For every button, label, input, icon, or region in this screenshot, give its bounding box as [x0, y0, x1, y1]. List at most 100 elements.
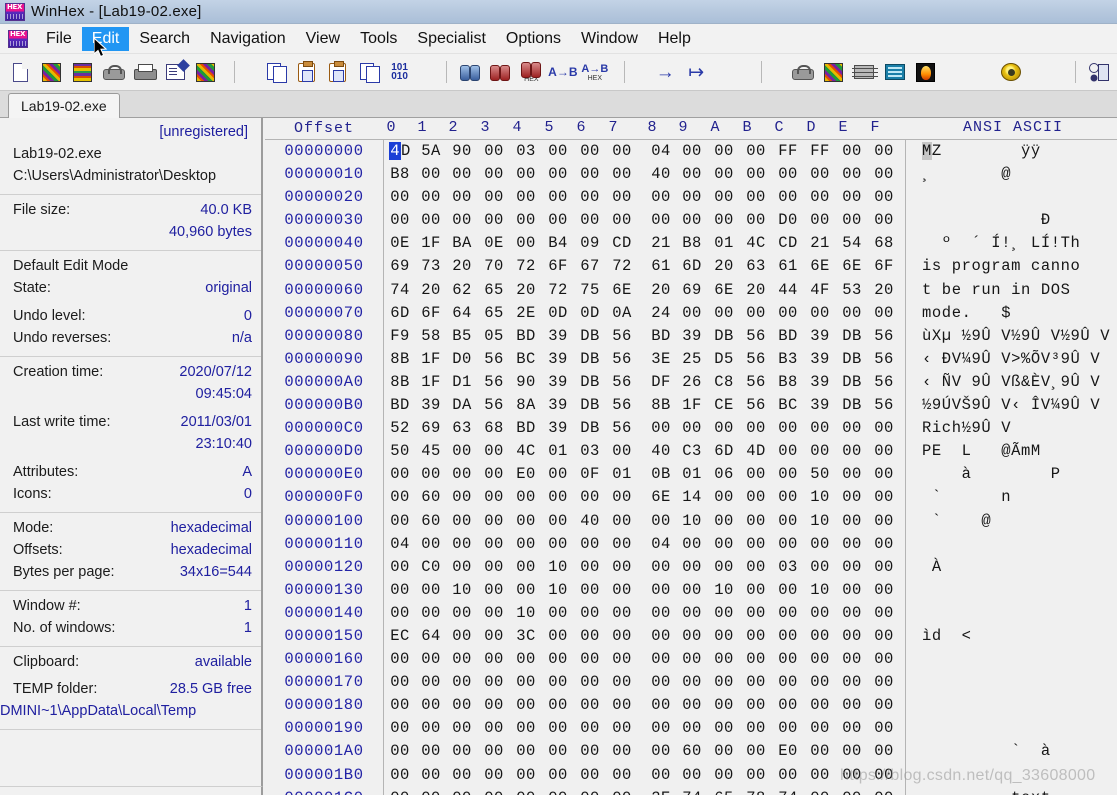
hex-byte[interactable]: 8A: [511, 394, 541, 417]
hex-byte[interactable]: 56: [869, 371, 899, 394]
menu-item-help[interactable]: Help: [648, 27, 701, 51]
hex-byte[interactable]: 00: [543, 740, 573, 763]
row-ascii[interactable]: [913, 579, 1117, 602]
hex-byte[interactable]: 00: [447, 740, 477, 763]
hex-byte[interactable]: BC: [773, 394, 803, 417]
hex-byte[interactable]: 00: [511, 209, 541, 232]
row-ascii[interactable]: ‹ ÑV 9Û Vß&ÈV¸9Û V: [913, 371, 1117, 394]
hex-byte[interactable]: 25: [677, 348, 707, 371]
row-ascii[interactable]: À: [913, 556, 1117, 579]
hex-byte[interactable]: 0A: [607, 302, 637, 325]
hex-byte[interactable]: 8B: [385, 371, 415, 394]
hex-byte[interactable]: 00: [543, 694, 573, 717]
hex-byte[interactable]: 04: [646, 140, 676, 163]
row-ascii[interactable]: ìd <: [913, 625, 1117, 648]
hex-byte[interactable]: 00: [416, 671, 446, 694]
hex-byte[interactable]: 00: [416, 717, 446, 740]
hex-byte[interactable]: 58: [416, 325, 446, 348]
hex-byte[interactable]: 00: [773, 440, 803, 463]
calculator-icon[interactable]: [882, 59, 907, 85]
hex-byte[interactable]: 00: [837, 694, 867, 717]
hex-byte[interactable]: 00: [805, 186, 835, 209]
converter-icon[interactable]: [913, 59, 938, 85]
hex-byte[interactable]: 00: [677, 186, 707, 209]
row-ascii[interactable]: Ð: [913, 209, 1117, 232]
hex-byte[interactable]: 00: [511, 510, 541, 533]
hex-row[interactable]: 000001A0 00 00 00 00 00 00 00 00 00 60 00 00 E0 00 00 00…: [265, 740, 1117, 763]
hex-row[interactable]: 00000100 00 60 00 00 00 00 40 00 00 10 00 00 00 10 00 00…: [265, 510, 1117, 533]
hex-byte[interactable]: 00: [511, 579, 541, 602]
hex-byte[interactable]: 00: [837, 510, 867, 533]
hex-byte[interactable]: 2E: [646, 787, 676, 795]
hex-byte[interactable]: 00: [741, 625, 771, 648]
hex-byte[interactable]: CD: [607, 232, 637, 255]
hex-byte[interactable]: 00: [709, 694, 739, 717]
hex-byte[interactable]: 40: [646, 440, 676, 463]
hex-byte[interactable]: 00: [741, 764, 771, 787]
hex-byte[interactable]: 0E: [479, 232, 509, 255]
hex-byte[interactable]: D0: [773, 209, 803, 232]
hex-byte[interactable]: 00: [575, 717, 605, 740]
hex-byte[interactable]: 00: [385, 510, 415, 533]
hex-byte[interactable]: 00: [416, 602, 446, 625]
hex-byte[interactable]: 00: [869, 417, 899, 440]
hex-byte[interactable]: C8: [709, 371, 739, 394]
hex-byte[interactable]: B8: [385, 163, 415, 186]
hex-byte[interactable]: 39: [805, 371, 835, 394]
hex-byte[interactable]: 10: [805, 579, 835, 602]
hex-byte[interactable]: DB: [837, 348, 867, 371]
hex-byte[interactable]: F9: [385, 325, 415, 348]
hex-byte[interactable]: 6E: [837, 255, 867, 278]
hex-byte[interactable]: 00: [511, 556, 541, 579]
hex-byte[interactable]: 00: [646, 602, 676, 625]
hex-byte[interactable]: 6D: [677, 255, 707, 278]
hex-byte[interactable]: 01: [677, 463, 707, 486]
hex-byte[interactable]: 00: [511, 163, 541, 186]
hex-byte[interactable]: 00: [741, 417, 771, 440]
hex-byte[interactable]: 09: [575, 232, 605, 255]
hex-byte[interactable]: 00: [447, 648, 477, 671]
hex-byte[interactable]: 00: [837, 602, 867, 625]
hex-byte[interactable]: FF: [773, 140, 803, 163]
hex-byte[interactable]: 3C: [511, 625, 541, 648]
hex-byte[interactable]: 56: [479, 371, 509, 394]
hex-row[interactable]: 000000B0 BD 39 DA 56 8A 39 DB 56 8B 1F CE 56 BC 39 DB 56…: [265, 394, 1117, 417]
hex-byte[interactable]: 39: [543, 348, 573, 371]
hex-byte[interactable]: 00: [646, 510, 676, 533]
hex-byte[interactable]: 00: [805, 417, 835, 440]
hex-byte[interactable]: 00: [805, 671, 835, 694]
hex-byte[interactable]: 00: [447, 694, 477, 717]
hex-byte[interactable]: 00: [479, 764, 509, 787]
hex-byte[interactable]: 00: [416, 579, 446, 602]
hex-byte[interactable]: 00: [773, 186, 803, 209]
hex-byte[interactable]: 00: [543, 209, 573, 232]
hex-byte[interactable]: 00: [416, 787, 446, 795]
hex-byte[interactable]: 00: [709, 764, 739, 787]
hex-byte[interactable]: 00: [773, 579, 803, 602]
goto-offset-icon[interactable]: →: [653, 59, 678, 85]
row-ascii[interactable]: ‹ ÐV¼9Û V>%ÕV³9Û V: [913, 348, 1117, 371]
hex-byte[interactable]: 00: [741, 579, 771, 602]
hex-byte[interactable]: 00: [773, 417, 803, 440]
hex-byte[interactable]: 00: [607, 787, 637, 795]
row-ascii[interactable]: mode. $: [913, 302, 1117, 325]
hex-byte[interactable]: 10: [677, 510, 707, 533]
hex-byte[interactable]: 0F: [575, 463, 605, 486]
hex-byte[interactable]: DB: [575, 417, 605, 440]
hex-byte[interactable]: 4C: [511, 440, 541, 463]
hex-byte[interactable]: 00: [869, 140, 899, 163]
hex-byte[interactable]: 20: [709, 255, 739, 278]
row-ascii[interactable]: ùXµ ½9Û V½9Û V½9Û V: [913, 325, 1117, 348]
hex-byte[interactable]: 00: [805, 787, 835, 795]
hex-byte[interactable]: 00: [479, 648, 509, 671]
row-ascii[interactable]: ` à: [913, 740, 1117, 763]
hex-byte[interactable]: 00: [709, 556, 739, 579]
hex-byte[interactable]: 03: [773, 556, 803, 579]
hex-byte[interactable]: 00: [479, 463, 509, 486]
hex-byte[interactable]: 72: [511, 255, 541, 278]
hex-byte[interactable]: 00: [741, 671, 771, 694]
goto-page-icon[interactable]: ↦: [684, 59, 709, 85]
hex-byte[interactable]: 73: [416, 255, 446, 278]
hex-byte[interactable]: 00: [741, 717, 771, 740]
hex-byte[interactable]: 68: [479, 417, 509, 440]
